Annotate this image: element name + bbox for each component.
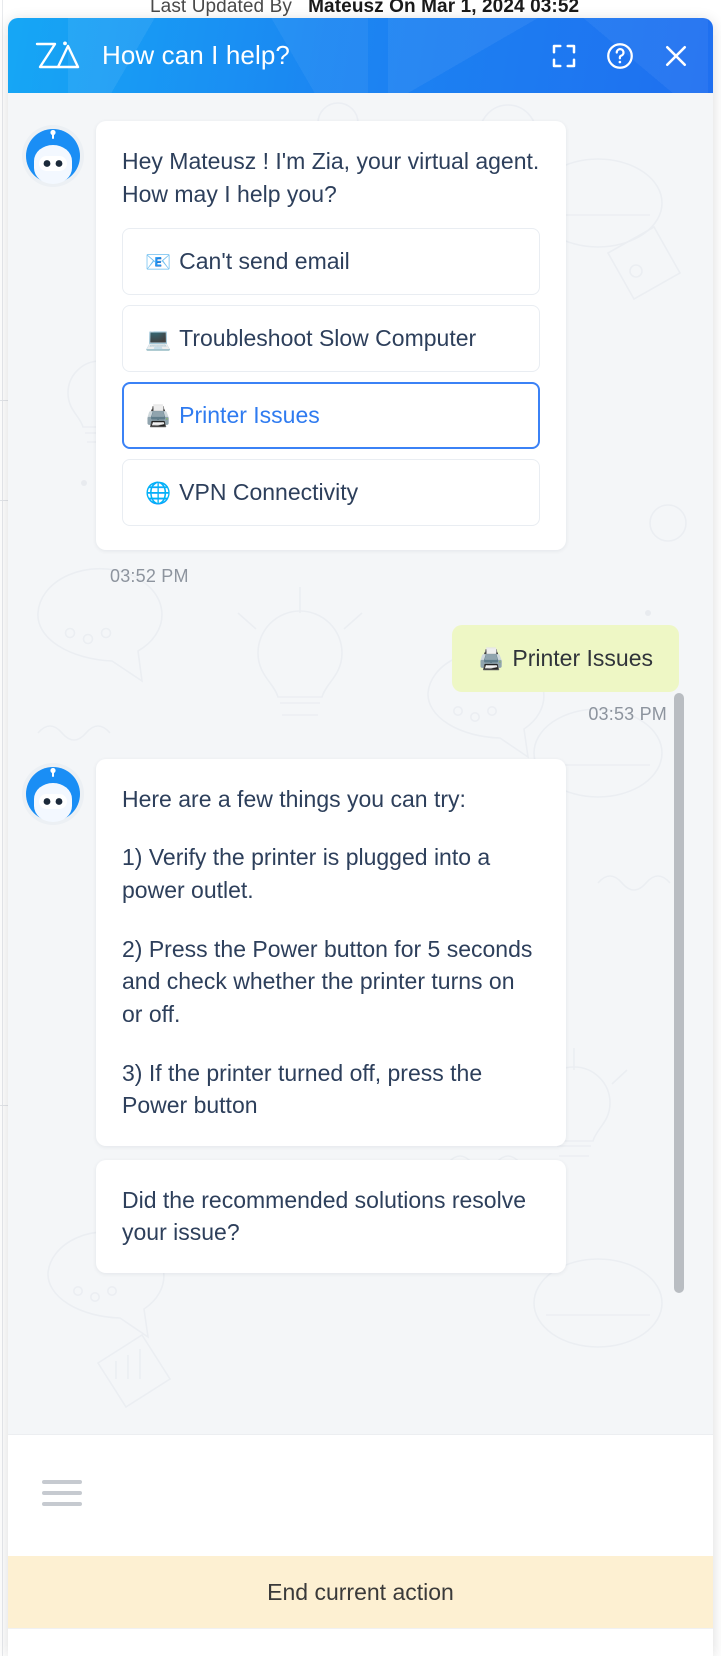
message-bot-steps: Here are a few things you can try: 1) Ve… [22, 758, 679, 1146]
printer-icon: 🖨️ [478, 647, 505, 671]
chat-scroll-area[interactable]: Hey Mateusz ! I'm Zia, your virtual agen… [8, 93, 713, 1434]
option-label: Can't send email [179, 248, 350, 275]
user-reply-bubble: 🖨️ Printer Issues [452, 624, 679, 692]
bot-avatar [22, 762, 84, 825]
email-icon: 📧 [145, 251, 172, 275]
widget-title: How can I help? [102, 40, 290, 70]
option-label: Printer Issues [179, 401, 320, 428]
option-label: Troubleshoot Slow Computer [179, 325, 477, 352]
background-meta-value: Mateusz On Mar 1, 2024 03:52 [308, 0, 580, 17]
bot-greeting-text: Hey Mateusz ! I'm Zia, your virtual agen… [122, 148, 540, 207]
widget-header: How can I help? [8, 18, 713, 93]
background-meta-line: Last Updated By Mateusz On Mar 1, 2024 0… [150, 0, 579, 18]
header-actions [549, 41, 691, 71]
message-bot-greeting: Hey Mateusz ! I'm Zia, your virtual agen… [22, 121, 679, 550]
bot-avatar [22, 125, 84, 187]
bot-step-3: 3) If the printer turned off, press the … [122, 1059, 483, 1119]
user-reply-text: Printer Issues [512, 644, 653, 671]
menu-line [42, 1479, 82, 1484]
option-troubleshoot-slow-computer[interactable]: 💻 Troubleshoot Slow Computer [122, 305, 540, 372]
option-cant-send-email[interactable]: 📧 Can't send email [122, 228, 540, 296]
close-icon[interactable] [661, 41, 691, 71]
end-current-action-button[interactable]: End current action [8, 1556, 713, 1628]
footer-strip [8, 1628, 713, 1656]
timestamp-bot-greeting: 03:52 PM [110, 565, 189, 586]
help-icon[interactable] [605, 41, 635, 71]
bot-step-1: 1) Verify the printer is plugged into a … [122, 844, 491, 903]
background-left-edge [2, 0, 3, 1656]
quick-reply-options: 📧 Can't send email 💻 Troubleshoot Slow Com… [122, 228, 540, 526]
zia-chat-widget: How can I help? Hey Mateusz ! I'm Zia, y… [8, 18, 713, 1656]
message-user-reply: 🖨️ Printer Issues [22, 624, 679, 692]
printer-icon: 🖨️ [145, 404, 172, 428]
bot-step-2: 2) Press the Power button for 5 seconds … [122, 935, 533, 1027]
message-bot-followup: Did the recommended solutions resolve yo… [22, 1159, 679, 1274]
bot-followup-bubble: Did the recommended solutions resolve yo… [96, 1159, 566, 1274]
chat-scrollbar-thumb[interactable] [674, 693, 684, 1293]
hamburger-menu-icon[interactable] [42, 1479, 82, 1512]
bot-steps-intro: Here are a few things you can try: [122, 785, 466, 812]
option-printer-issues[interactable]: 🖨️ Printer Issues [122, 381, 540, 449]
background-meta-label: Last Updated By [150, 0, 292, 17]
menu-line [42, 1501, 82, 1506]
bot-steps-bubble: Here are a few things you can try: 1) Ve… [96, 758, 566, 1146]
menu-line [42, 1490, 82, 1495]
globe-icon: 🌐 [145, 481, 172, 505]
chat-body: Hey Mateusz ! I'm Zia, your virtual agen… [8, 93, 713, 1434]
bot-followup-text: Did the recommended solutions resolve yo… [122, 1186, 526, 1246]
expand-icon[interactable] [549, 41, 579, 71]
timestamp-user-reply: 03:53 PM [588, 703, 667, 724]
option-vpn-connectivity[interactable]: 🌐 VPN Connectivity [122, 458, 540, 526]
option-label: VPN Connectivity [179, 478, 359, 505]
laptop-icon: 💻 [145, 328, 172, 352]
bot-greeting-bubble: Hey Mateusz ! I'm Zia, your virtual agen… [96, 121, 566, 550]
message-composer [8, 1434, 713, 1556]
zia-logo [35, 41, 80, 68]
